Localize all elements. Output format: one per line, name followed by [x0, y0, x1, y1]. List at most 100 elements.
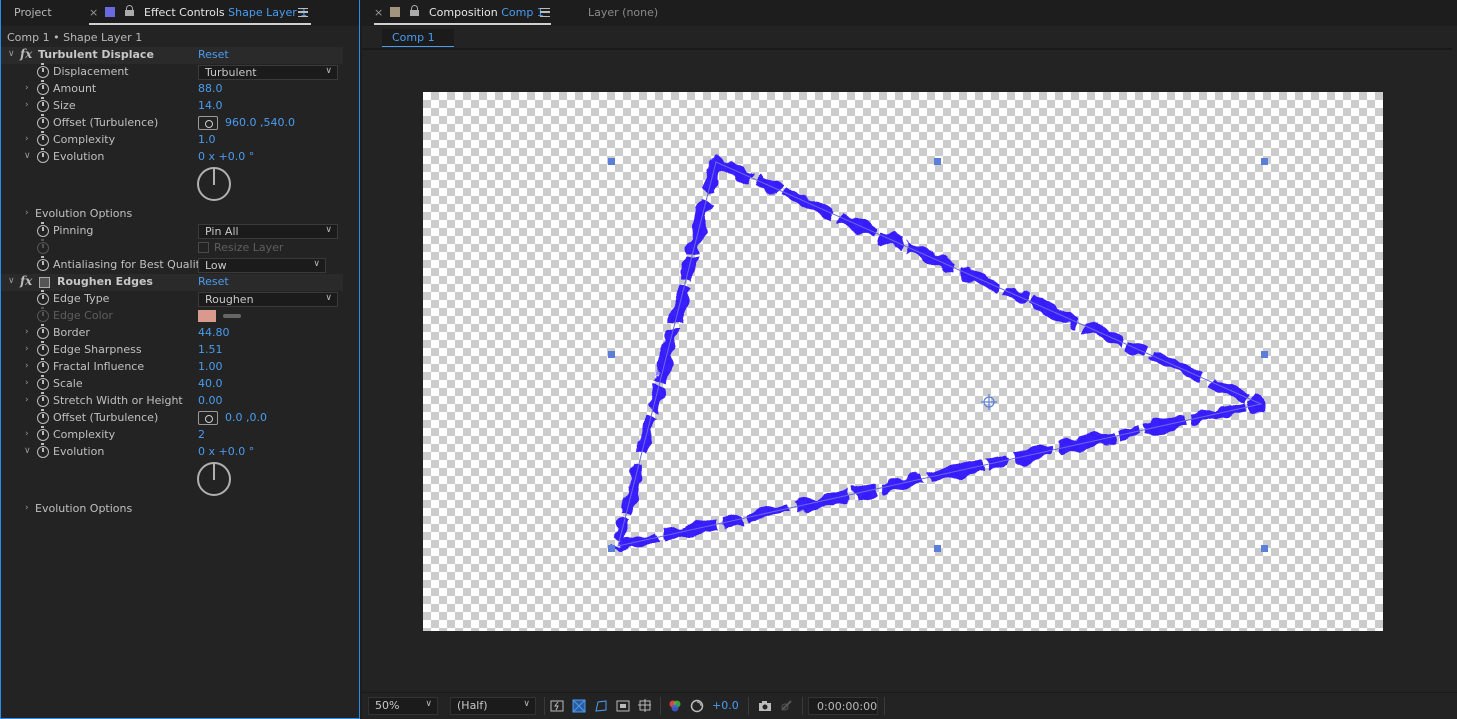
- pinning-dropdown[interactable]: Pin All ∨: [198, 224, 338, 239]
- twirl-right-icon[interactable]: ›: [25, 100, 33, 110]
- anchor-point-icon[interactable]: [981, 394, 997, 410]
- fx-icon[interactable]: fx: [20, 47, 32, 61]
- twirl-right-icon[interactable]: ›: [25, 208, 33, 218]
- twirl-right-icon[interactable]: ›: [25, 395, 33, 405]
- lock-icon[interactable]: [410, 5, 419, 16]
- stretch-value[interactable]: 0.00: [198, 394, 223, 407]
- region-of-interest-icon[interactable]: [616, 699, 630, 713]
- displacement-dropdown[interactable]: Turbulent ∨: [198, 65, 338, 80]
- complexity-value[interactable]: 2: [198, 428, 205, 441]
- twirl-down-icon[interactable]: ∨: [8, 49, 16, 59]
- transparency-grid-icon[interactable]: [572, 699, 586, 713]
- tab-composition[interactable]: Composition Comp 1: [429, 6, 544, 22]
- tab-effect-controls[interactable]: Effect Controls Shape Layer 1: [144, 6, 307, 22]
- eyedropper-icon[interactable]: [223, 314, 241, 318]
- amount-value[interactable]: 88.0: [198, 82, 223, 95]
- stopwatch-icon[interactable]: [37, 222, 49, 237]
- twirl-right-icon[interactable]: ›: [25, 327, 33, 337]
- effect-header-roughen-edges[interactable]: ∨ fx Roughen Edges Reset: [1, 274, 343, 291]
- evolution-dial[interactable]: [197, 167, 231, 201]
- resolution-dropdown[interactable]: (Half) ∨: [450, 697, 536, 715]
- tab-layer[interactable]: Layer (none): [588, 6, 658, 22]
- edge-type-dropdown[interactable]: Roughen ∨: [198, 292, 338, 307]
- stopwatch-icon[interactable]: [37, 409, 49, 424]
- roughened-triangle[interactable]: [612, 156, 1267, 552]
- handle-mid-left[interactable]: [608, 351, 615, 358]
- panel-menu-icon[interactable]: [298, 8, 308, 17]
- handle-bottom-left[interactable]: [608, 545, 615, 552]
- handle-top-left[interactable]: [608, 158, 615, 165]
- stopwatch-icon[interactable]: [37, 358, 49, 373]
- fast-previews-icon[interactable]: [550, 699, 564, 713]
- twirl-right-icon[interactable]: ›: [25, 503, 33, 513]
- reset-exposure-icon[interactable]: [690, 699, 704, 713]
- edge-color-swatch[interactable]: [198, 310, 216, 322]
- fractal-influence-value[interactable]: 1.00: [198, 360, 223, 373]
- panel-menu-icon[interactable]: [540, 8, 550, 17]
- twirl-right-icon[interactable]: ›: [25, 134, 33, 144]
- stopwatch-icon[interactable]: [37, 443, 49, 458]
- stopwatch-icon[interactable]: [37, 131, 49, 146]
- stopwatch-icon[interactable]: [37, 341, 49, 356]
- shape-layer-artwork[interactable]: [423, 92, 1383, 631]
- tab-project[interactable]: Project: [14, 6, 52, 22]
- reset-link[interactable]: Reset: [198, 275, 229, 288]
- size-value[interactable]: 14.0: [198, 99, 223, 112]
- grid-guides-icon[interactable]: [638, 699, 652, 713]
- stopwatch-icon[interactable]: [37, 324, 49, 339]
- stopwatch-icon[interactable]: [37, 80, 49, 95]
- offset-value[interactable]: 960.0 ,540.0: [225, 116, 295, 129]
- magnification-dropdown[interactable]: 50% ∨: [368, 697, 438, 715]
- evolution-value[interactable]: 0 x +0.0 °: [198, 150, 254, 163]
- effect-header-turbulent-displace[interactable]: ∨ fx Turbulent Displace Reset: [1, 47, 343, 64]
- show-snapshot-icon[interactable]: [780, 699, 794, 713]
- reset-link[interactable]: Reset: [198, 48, 229, 61]
- fx-icon[interactable]: fx: [20, 274, 32, 288]
- stopwatch-icon[interactable]: [37, 114, 49, 129]
- transparency-grid-canvas[interactable]: [423, 92, 1383, 631]
- complexity-value[interactable]: 1.0: [198, 133, 216, 146]
- twirl-right-icon[interactable]: ›: [25, 344, 33, 354]
- current-time-display[interactable]: 0:00:00:00: [808, 697, 878, 715]
- border-value[interactable]: 44.80: [198, 326, 230, 339]
- twirl-right-icon[interactable]: ›: [25, 378, 33, 388]
- handle-bottom-right[interactable]: [1261, 545, 1268, 552]
- handle-top-right[interactable]: [1261, 158, 1268, 165]
- twirl-right-icon[interactable]: ›: [25, 83, 33, 93]
- mask-visibility-icon[interactable]: [594, 699, 608, 713]
- composition-viewer[interactable]: [364, 52, 1453, 692]
- close-tab-icon[interactable]: ×: [89, 6, 98, 19]
- evolution-dial[interactable]: [197, 462, 231, 496]
- close-tab-icon[interactable]: ×: [374, 6, 383, 19]
- edge-sharpness-value[interactable]: 1.51: [198, 343, 223, 356]
- scale-value[interactable]: 40.0: [198, 377, 223, 390]
- stopwatch-icon[interactable]: [37, 290, 49, 305]
- antialiasing-dropdown[interactable]: Low ∨: [198, 258, 326, 273]
- stopwatch-icon[interactable]: [37, 375, 49, 390]
- evolution-value[interactable]: 0 x +0.0 °: [198, 445, 254, 458]
- twirl-down-icon[interactable]: ∨: [8, 276, 16, 286]
- twirl-down-icon[interactable]: ∨: [24, 151, 32, 161]
- stopwatch-icon[interactable]: [37, 256, 49, 271]
- twirl-down-icon[interactable]: ∨: [24, 446, 32, 456]
- stopwatch-icon[interactable]: [37, 392, 49, 407]
- twirl-right-icon[interactable]: ›: [25, 429, 33, 439]
- stopwatch-icon[interactable]: [37, 97, 49, 112]
- handle-bottom-center[interactable]: [934, 545, 941, 552]
- offset-value[interactable]: 0.0 ,0.0: [225, 411, 267, 424]
- point-picker-icon[interactable]: [198, 411, 218, 425]
- evolution-options-2[interactable]: › Evolution Options: [1, 501, 343, 518]
- color-channels-icon[interactable]: [668, 699, 682, 713]
- exposure-value[interactable]: +0.0: [712, 699, 739, 712]
- stopwatch-icon[interactable]: [37, 63, 49, 78]
- handle-top-center[interactable]: [934, 158, 941, 165]
- evolution-options[interactable]: › Evolution Options: [1, 206, 343, 223]
- lock-icon[interactable]: [125, 5, 134, 16]
- handle-mid-right[interactable]: [1261, 351, 1268, 358]
- stopwatch-icon[interactable]: [37, 148, 49, 163]
- stopwatch-icon[interactable]: [37, 426, 49, 441]
- twirl-right-icon[interactable]: ›: [25, 361, 33, 371]
- point-picker-icon[interactable]: [198, 116, 218, 130]
- comp-subtab[interactable]: Comp 1: [382, 29, 454, 47]
- snapshot-camera-icon[interactable]: [758, 699, 772, 713]
